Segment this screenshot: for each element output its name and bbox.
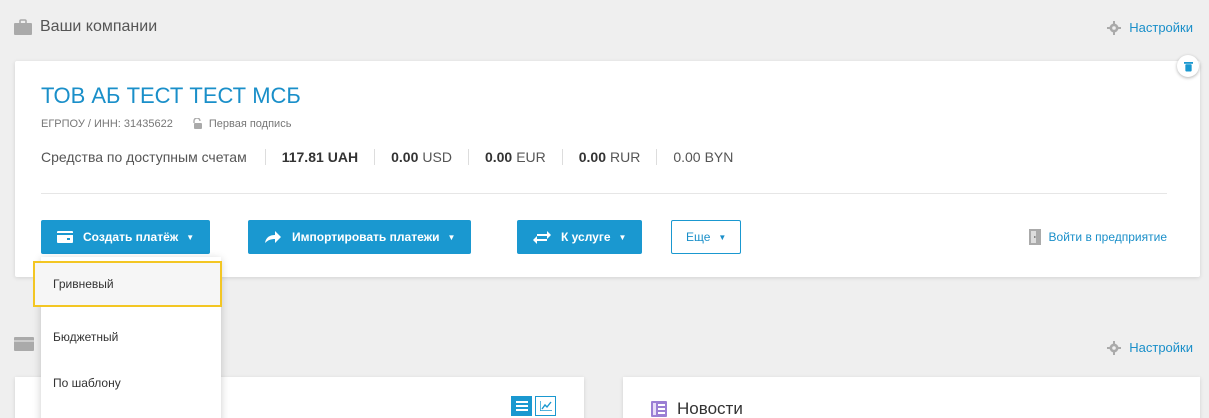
company-name[interactable]: ТОВ АБ ТЕСТ ТЕСТ МСБ bbox=[41, 83, 301, 109]
chevron-down-icon: ▼ bbox=[718, 232, 727, 242]
chevron-down-icon: ▼ bbox=[618, 232, 627, 242]
tax-id: ЕГРПОУ / ИНН: 31435622 bbox=[41, 118, 173, 130]
settings-label[interactable]: Настройки bbox=[1129, 20, 1193, 35]
company-meta: ЕГРПОУ / ИНН: 31435622 Первая подпись bbox=[41, 118, 291, 130]
settings-link[interactable]: Настройки bbox=[1107, 20, 1193, 35]
more-button[interactable]: Еще ▼ bbox=[671, 220, 742, 254]
chart-view-button[interactable] bbox=[535, 396, 556, 416]
import-payments-button[interactable]: Импортировать платежи ▼ bbox=[248, 220, 472, 254]
balance-usd[interactable]: 0.00 USD bbox=[374, 149, 468, 165]
lock-icon bbox=[193, 118, 202, 129]
gear-icon bbox=[1107, 340, 1122, 355]
list-view-button[interactable] bbox=[511, 396, 532, 416]
funds-label: Средства по доступным счетам bbox=[41, 149, 247, 165]
balance-byn[interactable]: 0.00 BYN bbox=[656, 149, 749, 165]
share-arrow-icon bbox=[265, 231, 281, 243]
dropdown-item-budget[interactable]: Бюджетный bbox=[41, 314, 221, 360]
briefcase-icon bbox=[14, 19, 32, 35]
line-chart-icon bbox=[539, 401, 552, 411]
companies-header: Ваши компании Настройки bbox=[0, 0, 1209, 60]
wallet-icon bbox=[14, 337, 34, 351]
wallet-icon bbox=[57, 231, 73, 243]
gear-icon bbox=[1107, 20, 1122, 35]
news-icon bbox=[651, 401, 667, 417]
to-service-button[interactable]: К услуге ▼ bbox=[517, 220, 643, 254]
create-payment-dropdown: Гривневый Бюджетный По шаблону bbox=[33, 257, 222, 418]
create-payment-button[interactable]: Создать платёж ▼ bbox=[41, 220, 211, 254]
news-panel: Новости bbox=[623, 377, 1200, 418]
delete-button[interactable] bbox=[1177, 55, 1199, 77]
balance-rur[interactable]: 0.00 RUR bbox=[561, 149, 657, 165]
view-toggle bbox=[511, 396, 556, 416]
list-icon bbox=[515, 401, 528, 411]
funds-row: Средства по доступным счетам 117.81 UAH … bbox=[41, 149, 749, 165]
page-title-text: Ваши компании bbox=[40, 18, 158, 35]
signature-status: Первая подпись bbox=[191, 118, 292, 130]
divider bbox=[41, 193, 1167, 194]
signature-text: Первая подпись bbox=[208, 118, 292, 130]
balance-eur[interactable]: 0.00 EUR bbox=[467, 149, 562, 165]
news-title: Новости bbox=[651, 399, 743, 418]
company-card: ТОВ АБ ТЕСТ ТЕСТ МСБ ЕГРПОУ / ИНН: 31435… bbox=[15, 55, 1200, 277]
section2-settings-link[interactable]: Настройки bbox=[1107, 340, 1193, 355]
page-title: Ваши компании bbox=[14, 18, 157, 36]
balance-uah[interactable]: 117.81 UAH bbox=[264, 149, 374, 165]
trash-icon bbox=[1183, 61, 1193, 71]
chevron-down-icon: ▼ bbox=[447, 232, 456, 242]
door-icon bbox=[1028, 229, 1041, 245]
exchange-icon bbox=[533, 231, 551, 244]
dropdown-item-hryvnia[interactable]: Гривневый bbox=[33, 261, 222, 307]
dropdown-item-template[interactable]: По шаблону bbox=[41, 360, 221, 406]
chevron-down-icon: ▼ bbox=[186, 232, 195, 242]
enter-enterprise-link[interactable]: Войти в предприятие bbox=[1028, 229, 1167, 245]
settings-label[interactable]: Настройки bbox=[1129, 340, 1193, 355]
